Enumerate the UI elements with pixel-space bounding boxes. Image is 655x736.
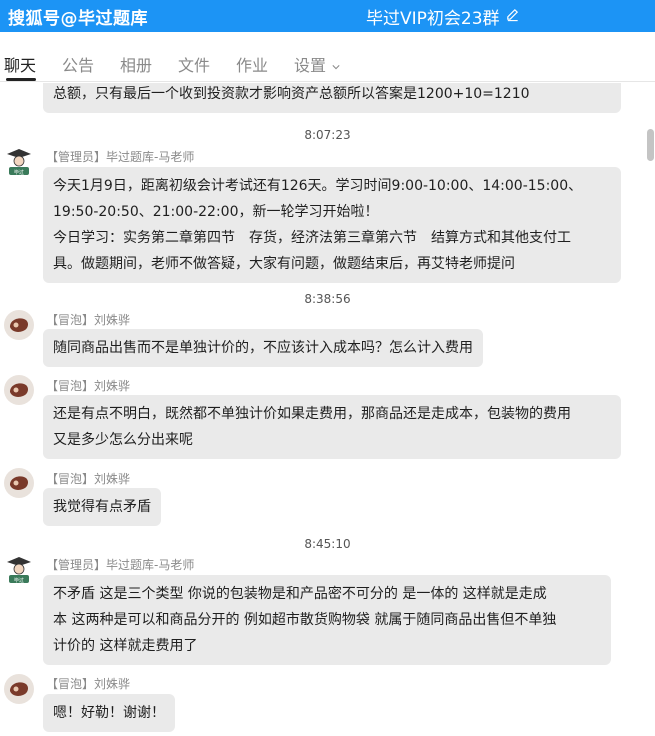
svg-text:毕过: 毕过 bbox=[14, 577, 24, 584]
user-avatar[interactable] bbox=[4, 310, 34, 340]
sender-name: 【冒泡】刘姝骅 bbox=[46, 379, 131, 393]
message-bubble: 总额，只有最后一个收到投资款才影响资产总额所以答案是1200+10=1210 bbox=[43, 83, 621, 113]
tab-settings[interactable]: 设置 bbox=[294, 52, 340, 76]
message-line: 计价的 这样就走费用了 bbox=[53, 638, 198, 654]
message-bubble: 今天1月9日，距离初级会计考试还有126天。学习时间9:00-10:00、14:… bbox=[43, 167, 621, 283]
message-line: 还是有点不明白，既然都不单独计价如果走费用，那商品还是走成本，包装物的费用 bbox=[53, 406, 571, 422]
message-bubble: 不矛盾 这是三个类型 你说的包装物是和产品密不可分的 是一体的 这样就是走成 本… bbox=[43, 575, 611, 665]
tab-files[interactable]: 文件 bbox=[178, 52, 210, 76]
message-line: 不矛盾 这是三个类型 你说的包装物是和产品密不可分的 是一体的 这样就是走成 bbox=[53, 586, 547, 602]
message-line: 又是多少怎么分出来呢 bbox=[53, 432, 193, 448]
message-line: 今日学习：实务第二章第四节 存货，经济法第三章第六节 结算方式和其他支付工 bbox=[53, 230, 571, 246]
message-line: 我觉得有点矛盾 bbox=[53, 499, 151, 515]
message-bubble: 嗯！好勒！谢谢！ bbox=[43, 694, 175, 732]
message-line: 具。做题期间，老师不做答疑，大家有问题，做题结束后，再艾特老师提问 bbox=[53, 256, 515, 272]
message-line: 19:50-20:50、21:00-22:00，新一轮学习开始啦！ bbox=[53, 204, 379, 220]
sender-name: 【冒泡】刘姝骅 bbox=[46, 677, 131, 691]
message-text: 总额，只有最后一个收到投资款才影响资产总额所以答案是1200+10=1210 bbox=[53, 86, 530, 102]
message-line: 嗯！好勒！谢谢！ bbox=[53, 705, 165, 721]
scrollbar-thumb[interactable] bbox=[647, 129, 654, 161]
message-line: 随同商品出售而不是单独计价的，不应该计入成本吗？怎么计入费用 bbox=[53, 340, 473, 356]
sender-name: 【冒泡】刘姝骅 bbox=[46, 313, 131, 327]
sender-name: 【管理员】毕过题库-马老师 bbox=[46, 150, 195, 164]
tab-homework[interactable]: 作业 bbox=[236, 52, 268, 76]
sender-name: 【冒泡】刘姝骅 bbox=[46, 472, 131, 486]
message-bubble: 还是有点不明白，既然都不单独计价如果走费用，那商品还是走成本，包装物的费用 又是… bbox=[43, 395, 621, 459]
message-line: 今天1月9日，距离初级会计考试还有126天。学习时间9:00-10:00、14:… bbox=[53, 178, 583, 194]
tab-settings-label: 设置 bbox=[294, 56, 327, 75]
tab-album[interactable]: 相册 bbox=[120, 52, 152, 76]
watermark-text: 搜狐号@毕过题库 bbox=[8, 9, 148, 29]
tab-announcement[interactable]: 公告 bbox=[62, 52, 94, 76]
svg-text:毕过: 毕过 bbox=[14, 169, 24, 176]
sender-name: 【管理员】毕过题库-马老师 bbox=[46, 558, 195, 572]
message-bubble: 我觉得有点矛盾 bbox=[43, 488, 161, 526]
user-avatar[interactable] bbox=[4, 674, 34, 704]
group-title: 毕过VIP初会23群 bbox=[366, 9, 500, 29]
pencil-icon[interactable] bbox=[505, 7, 520, 22]
chevron-down-icon bbox=[332, 65, 340, 70]
active-tab-indicator bbox=[6, 78, 36, 81]
title-bar: 搜狐号@毕过题库 毕过VIP初会23群 bbox=[0, 0, 655, 32]
timestamp: 8:38:56 bbox=[304, 292, 351, 306]
user-avatar[interactable] bbox=[4, 468, 34, 498]
chat-scrollbar[interactable] bbox=[645, 83, 655, 736]
admin-avatar[interactable]: 毕过 bbox=[4, 147, 34, 177]
chat-messages: 总额，只有最后一个收到投资款才影响资产总额所以答案是1200+10=1210 8… bbox=[0, 83, 640, 736]
tab-chat[interactable]: 聊天 bbox=[4, 52, 36, 76]
user-avatar[interactable] bbox=[4, 375, 34, 405]
admin-avatar[interactable]: 毕过 bbox=[4, 555, 34, 585]
message-bubble: 随同商品出售而不是单独计价的，不应该计入成本吗？怎么计入费用 bbox=[43, 329, 483, 367]
timestamp: 8:07:23 bbox=[304, 128, 351, 142]
tab-bar: 聊天 公告 相册 文件 作业 设置 bbox=[0, 32, 655, 82]
timestamp: 8:45:10 bbox=[304, 537, 351, 551]
message-line: 本 这两种是可以和商品分开的 例如超市散货购物袋 就属于随同商品出售但不单独 bbox=[53, 612, 557, 628]
